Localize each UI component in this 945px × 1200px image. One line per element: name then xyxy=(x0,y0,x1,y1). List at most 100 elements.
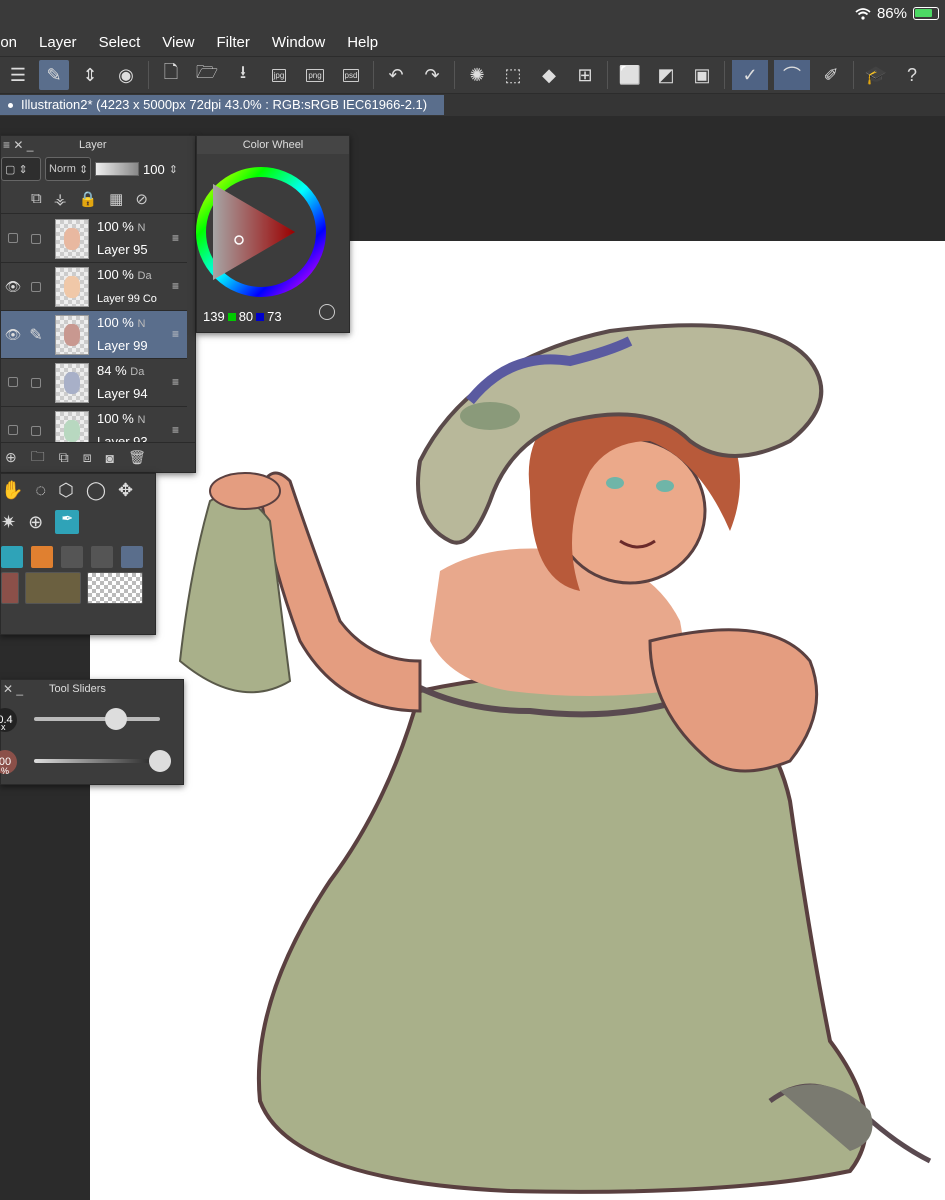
menu-select[interactable]: Select xyxy=(99,34,141,51)
new-file-icon[interactable]: 🗋 xyxy=(156,60,186,90)
document-tab[interactable]: Illustration2* (4223 x 5000px 72dpi 43.0… xyxy=(0,95,444,115)
new-folder-icon[interactable]: 🗀 xyxy=(31,446,45,470)
layer-row[interactable]: 100 % N Layer 93 ≡ xyxy=(1,407,187,443)
blend-mode-select[interactable]: Norm ⇕ xyxy=(45,157,91,181)
object-select-icon[interactable]: ⬡ xyxy=(58,480,74,501)
invert-selection-icon[interactable]: ◩ xyxy=(651,60,681,90)
pen-icon[interactable]: ✎ xyxy=(25,325,47,345)
save-icon[interactable]: ⭳ xyxy=(228,60,258,90)
export-jpg-icon[interactable]: jpg xyxy=(264,60,294,90)
lock-transparent-icon[interactable]: ▦ xyxy=(109,190,123,208)
visibility-toggle[interactable] xyxy=(8,233,18,243)
blend-tool-icon[interactable] xyxy=(61,546,83,568)
undo-icon[interactable]: ↶ xyxy=(381,60,411,90)
layer-thumbnail xyxy=(55,218,89,259)
menu-view[interactable]: View xyxy=(162,34,194,51)
lasso-select-icon[interactable]: ◯ xyxy=(86,480,106,501)
ruler-snap-icon[interactable]: ✓ xyxy=(732,60,768,90)
eye-icon[interactable]: 👁 xyxy=(1,327,25,343)
pen-tool-icon[interactable]: ✒ xyxy=(55,510,80,534)
opacity-value[interactable]: 100 xyxy=(143,162,165,177)
hamburger-menu-icon[interactable]: ☰ xyxy=(3,60,33,90)
visibility-toggle[interactable] xyxy=(8,425,18,435)
new-layer-icon[interactable]: ⊕ xyxy=(5,449,17,466)
move-icon[interactable]: ✥ xyxy=(118,480,133,501)
transparent-color-chip[interactable] xyxy=(87,572,143,604)
menu-layer[interactable]: Layer xyxy=(39,34,77,51)
lock-toggle[interactable] xyxy=(31,233,41,244)
export-png-icon[interactable]: png xyxy=(300,60,330,90)
brush-snap-icon[interactable]: ⌒ xyxy=(774,60,810,90)
opacity-slider[interactable] xyxy=(95,162,139,176)
layer-thumbnail xyxy=(55,410,89,443)
hand-icon[interactable]: ✋ xyxy=(1,480,23,501)
layer-menu-icon[interactable]: ≡ xyxy=(172,423,179,437)
main-color-chip[interactable] xyxy=(1,572,19,604)
lock-toggle[interactable] xyxy=(31,281,41,292)
layer-menu-icon[interactable]: ≡ xyxy=(172,375,179,389)
layer-menu-icon[interactable]: ≡ xyxy=(172,279,179,293)
sub-color-chip[interactable] xyxy=(25,572,81,604)
clip-icon[interactable]: ⧉ xyxy=(31,190,42,207)
sparkle-icon[interactable]: ✷ xyxy=(1,512,16,533)
color-settings-icon[interactable] xyxy=(319,304,335,320)
selection-icon[interactable]: ⬚ xyxy=(498,60,528,90)
layer-menu-icon[interactable]: ≡ xyxy=(172,327,179,341)
green-value[interactable]: 80 xyxy=(239,309,253,324)
merge-layer-icon[interactable]: ⧈ xyxy=(83,449,92,466)
layer-row[interactable]: 100 % N Layer 95 ≡ xyxy=(1,215,187,263)
panel-close-icon[interactable]: ≡ ✕ _ xyxy=(3,136,33,154)
color-wheel[interactable] xyxy=(193,154,333,304)
eraser-icon[interactable] xyxy=(31,546,53,568)
drawing-canvas[interactable] xyxy=(90,241,945,1200)
mask-icon[interactable]: ⊘ xyxy=(135,190,148,208)
record-icon[interactable]: ◉ xyxy=(111,60,141,90)
visibility-toggle[interactable] xyxy=(8,377,18,387)
copy-layer-icon[interactable]: ⧉ xyxy=(59,449,69,466)
swap-arrows-icon[interactable]: ⇕ xyxy=(75,60,105,90)
menu-filter[interactable]: Filter xyxy=(217,34,250,51)
help-icon[interactable]: ? xyxy=(897,60,927,90)
lock-toggle[interactable] xyxy=(31,425,41,436)
quick-access-icon[interactable]: ✎ xyxy=(39,60,69,90)
menu-animation[interactable]: ion xyxy=(0,34,17,51)
red-value[interactable]: 139 xyxy=(203,309,225,324)
loading-icon[interactable]: ✺ xyxy=(462,60,492,90)
blue-value[interactable]: 73 xyxy=(267,309,281,324)
menu-window[interactable]: Window xyxy=(272,34,325,51)
grid-icon[interactable]: ⊕ xyxy=(28,512,43,533)
lasso-icon[interactable]: ◌ xyxy=(35,480,46,501)
reference-icon[interactable]: ⚶ xyxy=(54,190,67,208)
open-folder-icon[interactable]: 🗁 xyxy=(192,60,222,90)
brush-opacity-slider[interactable] xyxy=(34,759,160,763)
layer-row[interactable]: 84 % Da Layer 94 ≡ xyxy=(1,359,187,407)
export-psd-icon[interactable]: psd xyxy=(336,60,366,90)
fill-icon[interactable]: ◆ xyxy=(534,60,564,90)
transform-icon[interactable]: ⊞ xyxy=(570,60,600,90)
layer-type-select[interactable]: ▢ ⇕ xyxy=(1,157,41,181)
mask-layer-icon[interactable]: ◙ xyxy=(106,450,114,466)
eye-icon[interactable]: 👁 xyxy=(1,279,25,295)
redo-icon[interactable]: ↷ xyxy=(417,60,447,90)
deselect-icon[interactable]: ⬜ xyxy=(615,60,645,90)
brush-opacity-knob[interactable] xyxy=(149,750,171,772)
sliders-close-icon[interactable]: ✕ _ xyxy=(3,680,23,698)
layer-menu-icon[interactable]: ≡ xyxy=(172,231,179,245)
pen-line-icon[interactable]: ✐ xyxy=(816,60,846,90)
brush-icon[interactable] xyxy=(1,546,23,568)
opacity-stepper[interactable]: ⇕ xyxy=(169,163,178,176)
menu-help[interactable]: Help xyxy=(347,34,378,51)
fill-tool-icon[interactable] xyxy=(121,546,143,568)
layer-row-selected[interactable]: 👁 ✎ 100 % N Layer 99 ≡ xyxy=(1,311,187,359)
trash-icon[interactable]: 🗑 xyxy=(128,449,146,466)
lock-icon[interactable]: 🔒 xyxy=(78,190,97,208)
layer-row[interactable]: 👁 100 % Da Layer 99 Co ≡ xyxy=(1,263,187,311)
graduation-cap-icon[interactable]: 🎓 xyxy=(861,60,891,90)
spray-icon[interactable] xyxy=(91,546,113,568)
selection-border-icon[interactable]: ▣ xyxy=(687,60,717,90)
brush-size-knob[interactable] xyxy=(104,708,127,730)
brush-size-slider[interactable] xyxy=(34,717,160,721)
layer-opacity: 100 % xyxy=(97,219,134,234)
layer-name: Layer 99 Co xyxy=(97,292,157,305)
lock-toggle[interactable] xyxy=(31,377,41,388)
